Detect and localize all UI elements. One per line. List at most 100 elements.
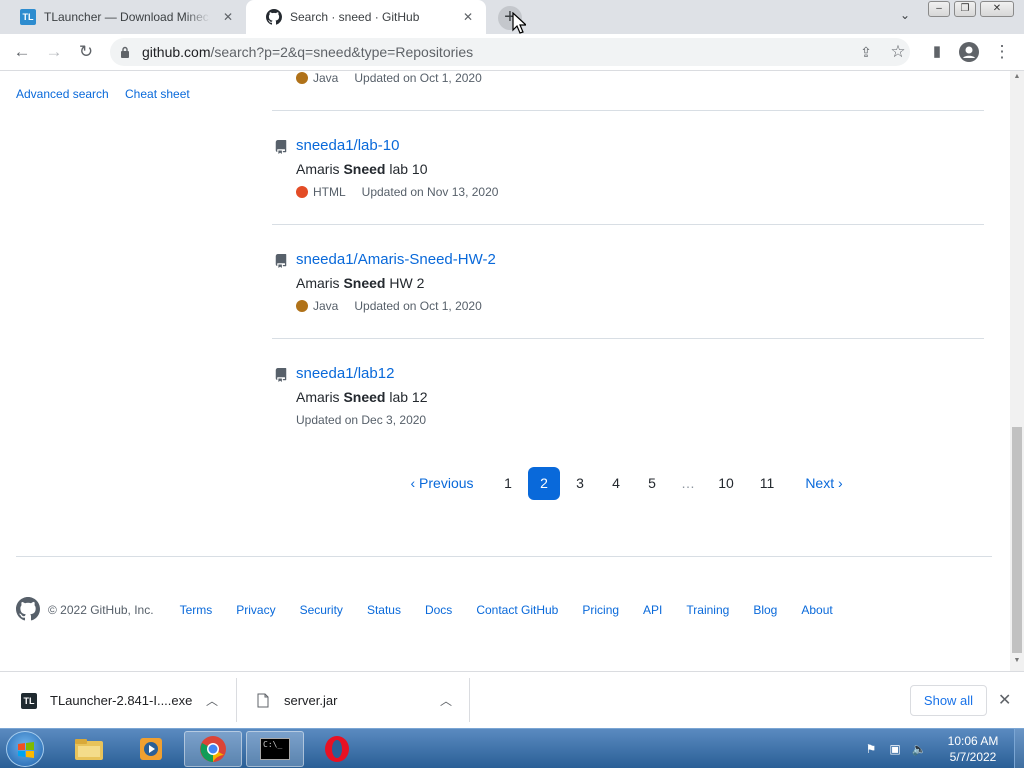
page-link[interactable]: 5 xyxy=(638,467,666,500)
scroll-up-arrow-icon[interactable]: ▲ xyxy=(1012,73,1022,80)
clock[interactable]: 10:06 AM 5/7/2022 xyxy=(936,733,1010,765)
download-filename: TLauncher-2.841-I....exe xyxy=(50,693,193,708)
page-link[interactable]: 4 xyxy=(602,467,630,500)
scroll-down-arrow-icon[interactable]: ▼ xyxy=(1012,657,1022,664)
opera-icon[interactable] xyxy=(308,731,366,767)
chevron-up-icon[interactable]: ︿ xyxy=(440,692,452,709)
close-tab-icon[interactable]: ✕ xyxy=(220,9,236,25)
start-button[interactable] xyxy=(6,731,44,767)
tab-tlauncher[interactable]: TL TLauncher — Download Minecraft ✕ xyxy=(0,0,246,34)
repo-result-item: sneeda1/Amaris-Sneed-HW-2 Amaris Sneed H… xyxy=(272,224,984,338)
footer: © 2022 GitHub, Inc. Terms Privacy Securi… xyxy=(16,596,857,624)
footer-link-pricing[interactable]: Pricing xyxy=(582,603,619,617)
page-link[interactable]: 3 xyxy=(566,467,594,500)
address-bar[interactable]: github.com/search?p=2&q=sneed&type=Repos… xyxy=(110,38,910,66)
share-icon[interactable]: ⇪ xyxy=(854,40,878,64)
close-download-bar-icon[interactable]: ✕ xyxy=(998,690,1011,710)
footer-divider xyxy=(16,556,992,557)
chevron-left-icon: ‹ xyxy=(410,475,420,491)
page-link[interactable]: 10 xyxy=(710,467,742,500)
language-dot xyxy=(296,72,308,84)
repo-meta: Java Updated on Oct 1, 2020 xyxy=(296,299,482,313)
side-panel-icon[interactable]: ▮ xyxy=(925,40,949,64)
language-dot xyxy=(296,186,308,198)
repo-meta: Updated on Dec 3, 2020 xyxy=(296,413,426,427)
page-link[interactable]: 11 xyxy=(752,467,782,500)
repo-meta-partial: Java Updated on Oct 1, 2020 xyxy=(296,71,482,85)
page-gap: … xyxy=(681,475,695,491)
footer-link-docs[interactable]: Docs xyxy=(425,603,452,617)
github-logo-icon[interactable] xyxy=(16,596,40,624)
repo-icon xyxy=(275,368,287,382)
volume-icon[interactable]: 🔈 xyxy=(910,740,928,758)
close-window-button[interactable]: ✕ xyxy=(980,1,1014,17)
vertical-scrollbar[interactable]: ▲ ▼ xyxy=(1010,71,1024,671)
scrollbar-thumb[interactable] xyxy=(1012,427,1022,653)
clock-date: 5/7/2022 xyxy=(949,750,997,764)
page-content: Advanced search Cheat sheet Java Updated… xyxy=(0,71,1010,671)
explorer-icon[interactable] xyxy=(60,731,118,767)
mouse-cursor-icon xyxy=(512,12,526,34)
footer-link-security[interactable]: Security xyxy=(300,603,343,617)
menu-kebab-icon[interactable]: ⋮ xyxy=(990,40,1014,64)
footer-link-training[interactable]: Training xyxy=(686,603,729,617)
repo-name-link[interactable]: sneeda1/lab-10 xyxy=(296,137,399,154)
repo-name-link[interactable]: sneeda1/lab12 xyxy=(296,365,394,382)
action-center-flag-icon[interactable]: ⚑ xyxy=(862,740,880,758)
network-icon[interactable]: ▣ xyxy=(886,740,904,758)
browser-toolbar: ← → ↻ github.com/search?p=2&q=sneed&type… xyxy=(0,34,1024,71)
footer-link-contact[interactable]: Contact GitHub xyxy=(476,603,558,617)
chevron-up-icon[interactable]: ︿ xyxy=(206,692,218,709)
bookmark-star-icon[interactable]: ☆ xyxy=(886,40,910,64)
close-tab-icon[interactable]: ✕ xyxy=(460,9,476,25)
footer-link-terms[interactable]: Terms xyxy=(180,603,213,617)
repo-description: Amaris Sneed lab 10 xyxy=(296,161,428,177)
repo-icon xyxy=(275,254,287,268)
restore-window-button[interactable]: ❐ xyxy=(954,1,976,17)
chrome-icon[interactable] xyxy=(184,731,242,767)
repo-result-item: sneeda1/lab-10 Amaris Sneed lab 10 HTML … xyxy=(272,110,984,224)
windows-logo-icon xyxy=(18,742,34,758)
profile-avatar-icon[interactable] xyxy=(957,40,981,64)
download-filename: server.jar xyxy=(284,693,338,708)
repo-updated: Updated on Dec 3, 2020 xyxy=(296,413,427,427)
repo-language: Java xyxy=(313,299,339,313)
file-icon xyxy=(254,692,272,710)
footer-link-blog[interactable]: Blog xyxy=(753,603,777,617)
windows-taskbar: C:\_ ⚑ ▣ 🔈 10:06 AM 5/7/2022 xyxy=(0,728,1024,768)
show-desktop-button[interactable] xyxy=(1014,729,1024,768)
page-link[interactable]: 1 xyxy=(494,467,522,500)
clock-time: 10:06 AM xyxy=(947,734,999,748)
github-icon xyxy=(266,9,282,25)
footer-link-about[interactable]: About xyxy=(801,603,832,617)
language-dot xyxy=(296,300,308,312)
footer-link-privacy[interactable]: Privacy xyxy=(236,603,275,617)
media-player-icon[interactable] xyxy=(122,731,180,767)
back-icon[interactable]: ← xyxy=(10,40,34,64)
cmd-icon[interactable]: C:\_ xyxy=(246,731,304,767)
repo-language: HTML xyxy=(313,185,346,199)
next-page-link[interactable]: Next › xyxy=(796,467,852,500)
download-item[interactable]: server.jar ︿ xyxy=(254,672,464,729)
download-item[interactable]: TL TLauncher-2.841-I....exe ︿ xyxy=(20,672,230,729)
cheat-sheet-link[interactable]: Cheat sheet xyxy=(125,87,190,101)
page-link-current[interactable]: 2 xyxy=(528,467,560,500)
tlauncher-file-icon: TL xyxy=(20,692,38,710)
previous-page-link[interactable]: ‹ Previous xyxy=(402,467,482,500)
forward-icon[interactable]: → xyxy=(42,40,66,64)
repo-updated: Updated on Oct 1, 2020 xyxy=(354,299,482,313)
url-text: github.com/search?p=2&q=sneed&type=Repos… xyxy=(142,44,474,60)
tab-search-chevron-icon[interactable]: ⌄ xyxy=(896,8,914,26)
tab-title: Search · sneed · GitHub xyxy=(290,10,420,24)
repo-language: Java xyxy=(313,71,339,85)
reload-icon[interactable]: ↻ xyxy=(74,40,98,64)
advanced-search-link[interactable]: Advanced search xyxy=(16,87,109,101)
minimize-window-button[interactable]: – xyxy=(928,1,950,17)
tab-github-search[interactable]: Search · sneed · GitHub ✕ xyxy=(246,0,486,34)
show-all-downloads-button[interactable]: Show all xyxy=(910,685,987,716)
repo-meta: HTML Updated on Nov 13, 2020 xyxy=(296,185,498,199)
footer-link-status[interactable]: Status xyxy=(367,603,401,617)
footer-link-api[interactable]: API xyxy=(643,603,662,617)
repo-name-link[interactable]: sneeda1/Amaris-Sneed-HW-2 xyxy=(296,251,496,268)
system-tray: ⚑ ▣ 🔈 xyxy=(862,729,934,768)
